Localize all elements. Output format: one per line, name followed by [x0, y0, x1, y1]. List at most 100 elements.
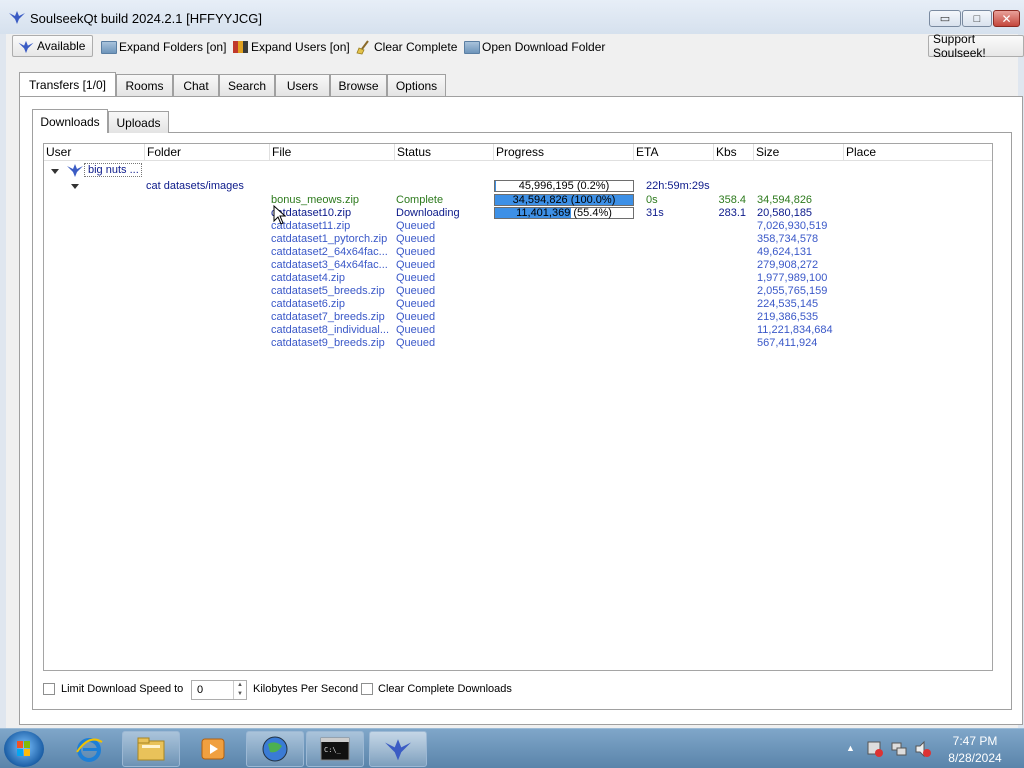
users-icon [233, 40, 249, 54]
toolbar: Available Expand Folders [on] Expand Use… [6, 32, 1024, 60]
folder-icon [137, 737, 165, 761]
minimize-button[interactable]: ▭ [929, 10, 961, 27]
file-name: catdataset7_breeds.zip [271, 311, 385, 323]
network-app-button[interactable] [246, 731, 304, 767]
clear-complete-button[interactable]: Clear Complete [356, 37, 457, 57]
kbps-label: Kilobytes Per Second [253, 683, 359, 695]
media-player-button[interactable] [184, 731, 242, 767]
network-icon[interactable] [890, 740, 908, 758]
header-label: User [46, 145, 72, 159]
file-size: 7,026,930,519 [757, 220, 828, 232]
volume-muted-icon[interactable] [914, 740, 932, 758]
column-header-status[interactable]: Status [395, 144, 494, 161]
speed-spinbox[interactable]: 0 ▲ ▼ [191, 680, 247, 700]
start-button[interactable] [4, 731, 44, 767]
expand-users-button[interactable]: Expand Users [on] [233, 37, 350, 57]
folder-icon [101, 40, 117, 54]
user-name[interactable]: big nuts ... [84, 163, 142, 177]
file-status: Queued [396, 324, 436, 336]
tab-label: Browse [338, 78, 379, 93]
open-download-folder-label: Open Download Folder [482, 40, 606, 54]
maximize-button[interactable]: □ [962, 10, 992, 27]
file-size: 224,535,145 [757, 298, 819, 310]
close-button[interactable]: ✕ [993, 10, 1020, 27]
column-header-file[interactable]: File [270, 144, 395, 161]
title-bar[interactable]: SoulseekQt build 2024.2.1 [HFFYYJCG] ▭ □… [0, 0, 1024, 34]
folder-name[interactable]: cat datasets/images [146, 180, 244, 192]
file-name: bonus_meows.zip [271, 194, 360, 206]
open-download-folder-button[interactable]: Open Download Folder [464, 37, 605, 57]
broom-icon [356, 39, 369, 54]
tab-search[interactable]: Search [219, 74, 275, 96]
clock-time[interactable]: 7:47 PM [940, 734, 1010, 748]
close-icon: ✕ [1001, 11, 1012, 26]
file-kbs: 358.4 [718, 194, 746, 206]
minimize-icon: ▭ [939, 13, 951, 25]
tab-label: Options [395, 78, 438, 93]
tab-label: Transfers [1/0] [29, 77, 106, 92]
support-soulseek-button[interactable]: Support Soulseek! [928, 32, 1024, 60]
file-size: 34,594,826 [757, 194, 813, 206]
soulseek-bird-icon [9, 11, 25, 24]
column-header-eta[interactable]: ETA [634, 144, 714, 161]
column-header-size[interactable]: Size [754, 144, 844, 161]
available-button[interactable]: Available [12, 35, 93, 57]
tab-rooms[interactable]: Rooms [116, 74, 173, 96]
user-bird-icon [67, 164, 83, 177]
header-label: Kbs [716, 145, 737, 159]
downloads-tree[interactable]: User Folder File Status Progress ETA Kbs… [43, 143, 993, 671]
expand-folders-button[interactable]: Expand Folders [on] [101, 37, 226, 57]
tab-browse[interactable]: Browse [330, 74, 387, 96]
column-header-progress[interactable]: Progress [494, 144, 634, 161]
file-size: 49,624,131 [757, 246, 813, 258]
soulseek-taskbar-button[interactable] [369, 731, 427, 767]
clear-complete-downloads-label: Clear Complete Downloads [378, 683, 512, 695]
file-eta: 31s [646, 207, 664, 219]
limit-speed-checkbox[interactable] [43, 683, 55, 695]
file-name: catdataset2_64x64fac... [271, 246, 388, 258]
column-header-kbs[interactable]: Kbs [714, 144, 754, 161]
file-status: Queued [396, 272, 436, 284]
file-size: 279,908,272 [757, 259, 819, 271]
tab-uploads[interactable]: Uploads [108, 111, 169, 133]
column-header-place[interactable]: Place [844, 144, 992, 161]
file-name: catdataset8_individual... [271, 324, 390, 336]
file-size: 2,055,765,159 [757, 285, 828, 297]
file-status: Queued [396, 311, 436, 323]
expand-arrow-icon[interactable] [71, 184, 79, 189]
action-center-icon[interactable] [866, 740, 884, 758]
limit-speed-label: Limit Download Speed to [61, 683, 184, 695]
spin-arrows-icon[interactable]: ▲ ▼ [233, 681, 246, 699]
expand-arrow-icon[interactable] [51, 169, 59, 174]
tab-users[interactable]: Users [275, 74, 330, 96]
tab-downloads[interactable]: Downloads [32, 109, 108, 133]
expand-users-label: Expand Users [on] [251, 40, 350, 54]
soulseek-bird-icon [385, 739, 411, 761]
file-status: Complete [396, 194, 444, 206]
tab-options[interactable]: Options [387, 74, 446, 96]
file-size: 219,386,535 [757, 311, 819, 323]
file-status: Queued [396, 220, 436, 232]
file-status: Queued [396, 259, 436, 271]
show-hidden-icons-icon[interactable]: ▲ [846, 743, 855, 753]
maximize-icon: □ [973, 12, 981, 25]
internet-explorer-button[interactable] [60, 731, 118, 767]
file-name: catdataset11.zip [271, 220, 351, 232]
expand-folders-label: Expand Folders [on] [119, 40, 227, 54]
tab-transfers[interactable]: Transfers [1/0] [19, 72, 116, 96]
tab-label: Uploads [116, 115, 161, 130]
file-status: Queued [396, 298, 436, 310]
column-header-user[interactable]: User [44, 144, 145, 161]
soulseek-bird-icon [18, 40, 34, 53]
column-header-folder[interactable]: Folder [145, 144, 270, 161]
clear-complete-label: Clear Complete [374, 40, 458, 54]
available-label: Available [37, 39, 86, 53]
file-progress-text: 11,401,369 (55.4%) [516, 207, 612, 219]
command-prompt-button[interactable]: C:\_ [306, 731, 364, 767]
clear-complete-downloads-checkbox[interactable] [361, 683, 373, 695]
tab-chat[interactable]: Chat [173, 74, 219, 96]
explorer-button[interactable] [122, 731, 180, 767]
header-label: Folder [147, 145, 182, 159]
clock-date[interactable]: 8/28/2024 [940, 751, 1010, 765]
header-label: ETA [636, 145, 659, 159]
